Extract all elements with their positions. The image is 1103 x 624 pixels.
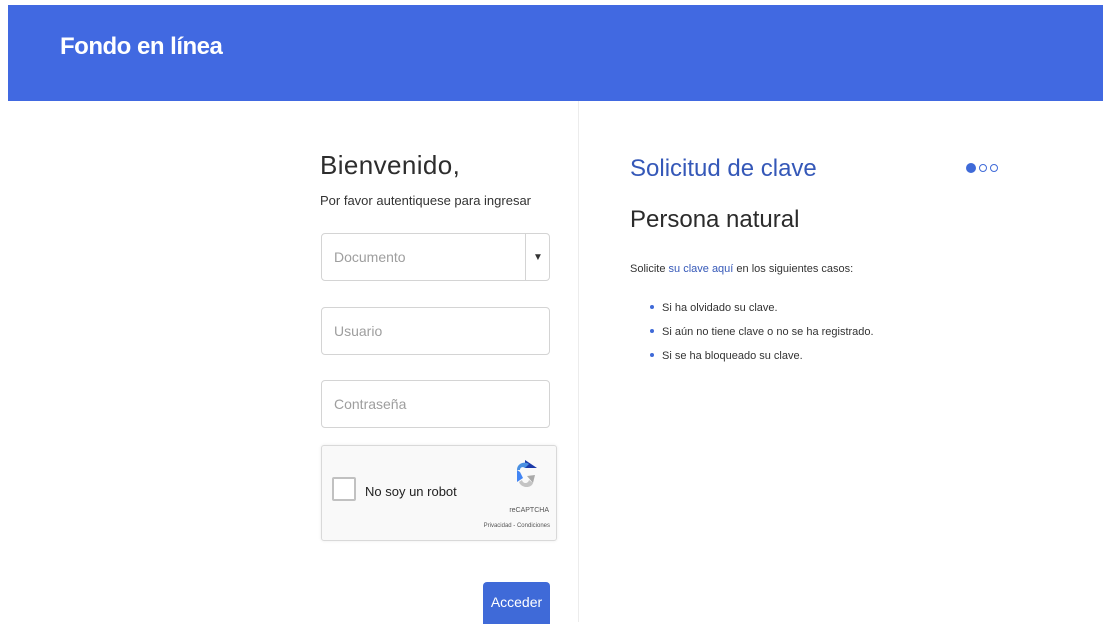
list-item: Si se ha bloqueado su clave. [648, 350, 874, 374]
captcha-label: No soy un robot [365, 484, 457, 499]
caret-down-icon[interactable]: ▼ [526, 234, 550, 280]
list-item-text: Si aún no tiene clave o no se ha registr… [662, 326, 874, 338]
list-item-text: Si ha olvidado su clave. [662, 302, 778, 314]
info-intro-suffix: en los siguientes casos: [733, 263, 854, 275]
recaptcha-widget: No soy un robot reCAPTCHA Privacidad - C… [321, 445, 557, 541]
list-item-text: Si se ha bloqueado su clave. [662, 350, 803, 362]
carousel-dot-3[interactable] [990, 164, 998, 172]
list-item: Si ha olvidado su clave. [648, 302, 874, 326]
info-title: Solicitud de clave [630, 155, 817, 182]
captcha-checkbox[interactable] [332, 477, 356, 501]
document-type-value: Documento [334, 249, 406, 265]
carousel-dot-1[interactable] [966, 163, 976, 173]
bullet-icon [650, 329, 654, 333]
info-intro: Solicite su clave aquí en los siguientes… [630, 263, 853, 275]
recaptcha-terms-links[interactable]: Privacidad - Condiciones [472, 523, 550, 529]
password-field[interactable] [321, 380, 550, 428]
top-header: Fondo en línea [8, 5, 1103, 101]
document-type-select[interactable]: Documento ▼ [321, 233, 550, 281]
brand-title: Fondo en línea [60, 33, 223, 60]
info-subtitle: Persona natural [630, 206, 800, 233]
bullet-icon [650, 353, 654, 357]
recaptcha-icon [517, 460, 537, 488]
welcome-subtitle: Por favor autentiquese para ingresar [320, 193, 532, 208]
submit-button[interactable]: Acceder [483, 582, 550, 624]
password-input[interactable] [322, 381, 549, 427]
bullet-icon [650, 305, 654, 309]
welcome-title: Bienvenido, [320, 150, 461, 180]
column-divider [578, 101, 579, 622]
username-input[interactable] [322, 308, 549, 354]
list-item: Si aún no tiene clave o no se ha registr… [648, 326, 874, 350]
username-field[interactable] [321, 307, 550, 355]
carousel-indicators [966, 163, 998, 173]
carousel-dot-2[interactable] [979, 164, 987, 172]
recaptcha-brand: reCAPTCHA [509, 507, 549, 514]
request-key-link[interactable]: su clave aquí [669, 263, 734, 275]
info-intro-prefix: Solicite [630, 263, 669, 275]
info-list: Si ha olvidado su clave. Si aún no tiene… [648, 302, 874, 374]
